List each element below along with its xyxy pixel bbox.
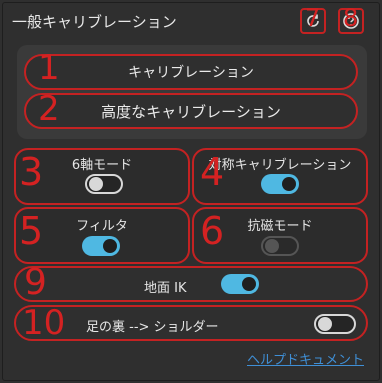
filter-label: フィルタ xyxy=(76,219,128,234)
symmetric-toggle[interactable] xyxy=(261,174,299,194)
filter-card: フィルタ xyxy=(14,207,190,264)
six-axis-toggle[interactable] xyxy=(85,174,123,194)
ground-ik-toggle[interactable] xyxy=(221,274,259,294)
anti-magnetic-card: 抗磁モード xyxy=(192,207,368,264)
calibrate-button[interactable]: キャリブレーション xyxy=(24,54,358,90)
filter-toggle[interactable] xyxy=(82,236,120,256)
six-axis-card: 6軸モード xyxy=(14,148,190,205)
advanced-calibration-button[interactable]: 高度なキャリブレーション xyxy=(24,93,358,129)
refresh-icon xyxy=(307,14,319,27)
anti-magnetic-label: 抗磁モード xyxy=(247,219,313,234)
advanced-calibration-label: 高度なキャリブレーション xyxy=(101,102,281,121)
help-document-link[interactable]: ヘルプドキュメント xyxy=(247,349,364,368)
six-axis-label: 6軸モード xyxy=(71,158,133,173)
foot-shoulder-toggle[interactable] xyxy=(314,314,356,334)
foot-shoulder-label: 足の裏 --> ショルダー xyxy=(86,320,219,335)
foot-shoulder-row: 足の裏 --> ショルダー xyxy=(14,305,368,341)
panel-title: 一般キャリブレーション xyxy=(12,13,177,31)
refresh-button[interactable] xyxy=(300,8,326,34)
symmetric-label: 対称キャリブレーション xyxy=(208,158,352,173)
ground-ik-label: 地面 IK xyxy=(144,281,187,296)
ground-ik-row: 地面 IK xyxy=(14,266,368,302)
symmetric-card: 対称キャリブレーション xyxy=(192,148,368,205)
calibrate-label: キャリブレーション xyxy=(128,65,254,81)
help-circle-icon xyxy=(343,13,359,29)
anti-magnetic-toggle[interactable] xyxy=(261,236,299,256)
help-button[interactable] xyxy=(338,8,364,34)
